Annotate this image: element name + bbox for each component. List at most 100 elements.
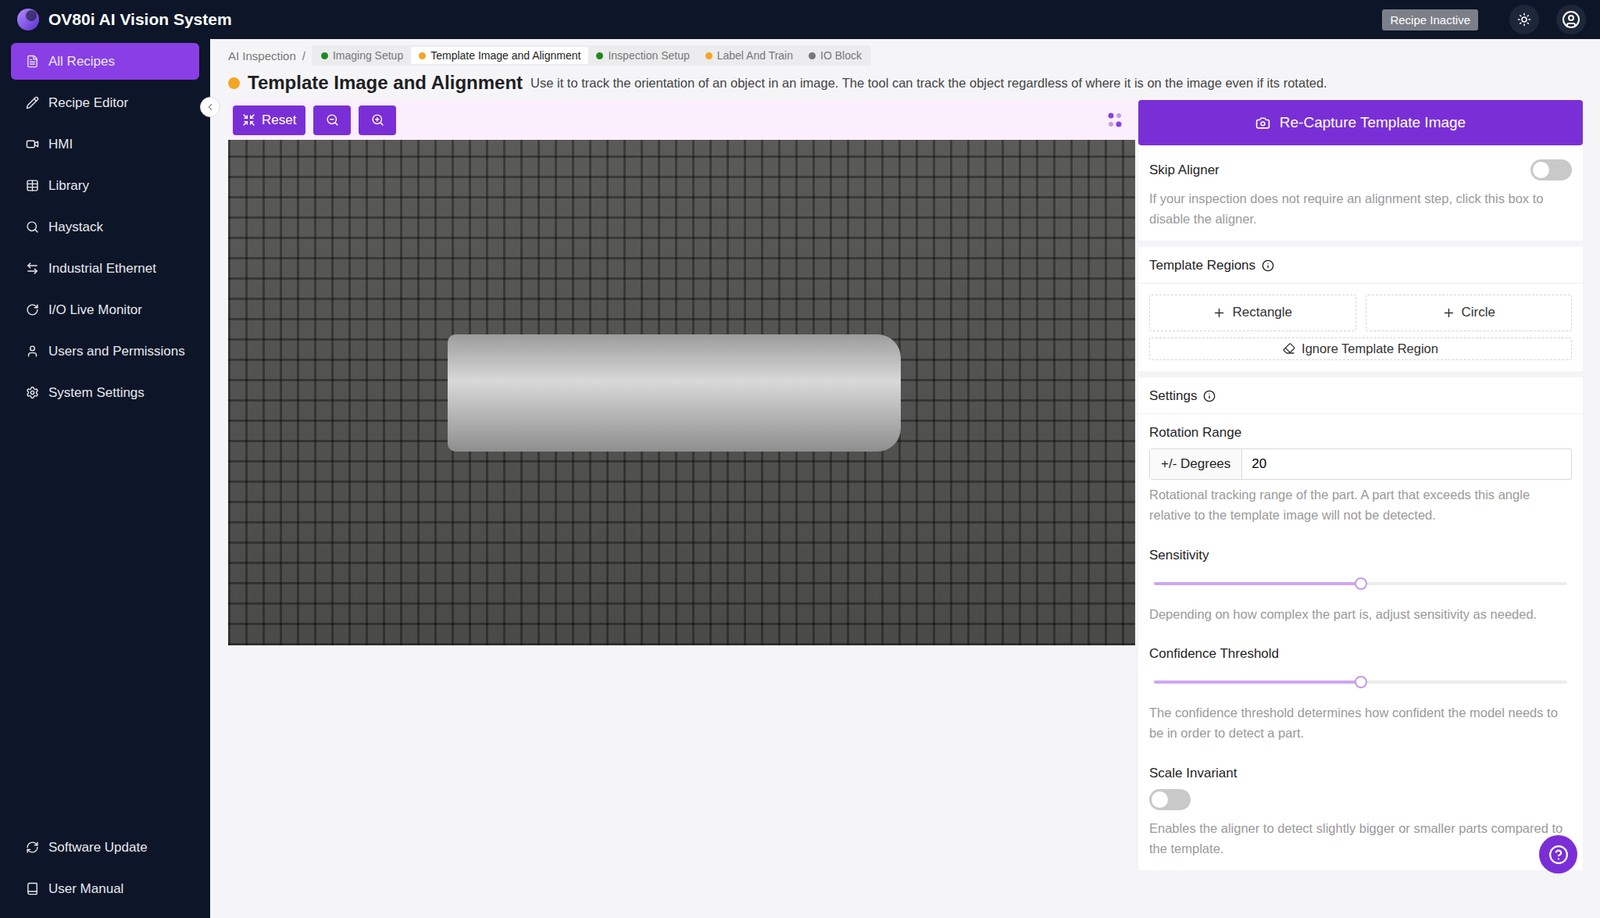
zoom-in-icon — [371, 113, 385, 127]
breadcrumb: AI Inspection / Imaging SetupTemplate Imag… — [228, 45, 1583, 66]
confidence-slider[interactable] — [1138, 669, 1583, 703]
status-dot — [321, 52, 329, 60]
field-label: Rotation Range — [1138, 414, 1583, 449]
slider-track[interactable] — [1153, 582, 1568, 586]
add-region-button[interactable]: Rectangle — [1149, 294, 1357, 332]
field-label: Confidence Threshold — [1138, 635, 1583, 670]
template-image[interactable] — [228, 139, 1136, 646]
step-tabs: Imaging SetupTemplate Image and Alignmen… — [311, 45, 872, 66]
refresh-icon — [25, 840, 40, 854]
sidebar-item[interactable]: Library — [10, 167, 200, 204]
sidebar-item[interactable]: Recipe Editor — [10, 84, 200, 122]
breadcrumb-separator: / — [302, 49, 306, 63]
toggle-knob — [1151, 791, 1168, 808]
sidebar-item[interactable]: System Settings — [10, 374, 200, 411]
nav-icon — [25, 385, 40, 400]
image-viewer: Reset — [228, 100, 1136, 646]
zoom-out-icon — [325, 113, 340, 127]
nav-icon — [25, 303, 40, 317]
slider-thumb[interactable] — [1354, 675, 1368, 689]
body: All Recipes Recipe EditorHMI Library Haysta… — [0, 39, 1600, 918]
theme-button[interactable] — [1509, 4, 1540, 35]
help-text: The confidence threshold determines how … — [1138, 702, 1583, 755]
nav-icon — [25, 96, 40, 110]
step-tab[interactable]: Label And Train — [697, 46, 801, 65]
viewer-toolbar: Reset — [228, 100, 1136, 140]
scale-invariant-toggle[interactable] — [1149, 789, 1191, 811]
app: OV80i AI Vision System Recipe Inactive All… — [0, 0, 1600, 918]
help-button[interactable] — [1539, 835, 1578, 874]
region-buttons: RectangleCircle — [1138, 283, 1583, 338]
toggle-knob — [1532, 161, 1550, 179]
part — [447, 334, 901, 452]
add-region-button[interactable]: Circle — [1365, 294, 1573, 332]
card-header: Settings — [1138, 377, 1583, 415]
skip-aligner-toggle[interactable] — [1530, 159, 1572, 181]
breadcrumb-root[interactable]: AI Inspection — [228, 49, 297, 63]
slider-thumb[interactable] — [1354, 577, 1368, 590]
plus-icon — [1442, 306, 1456, 320]
book-icon — [25, 882, 40, 896]
info-icon[interactable] — [1261, 259, 1275, 272]
reset-button[interactable]: Reset — [232, 105, 306, 136]
info-icon[interactable] — [1203, 389, 1216, 403]
sensitivity-slider[interactable] — [1138, 571, 1583, 604]
page-description: Use it to track the orientation of an ob… — [530, 75, 1328, 91]
dots-icon[interactable] — [1105, 110, 1125, 130]
recapture-button[interactable]: Re-Capture Template Image — [1138, 100, 1583, 146]
chevron-left-icon — [204, 101, 216, 113]
sidebar: All Recipes Recipe EditorHMI Library Haysta… — [0, 39, 211, 918]
sidebar-item[interactable]: Haystack — [10, 208, 200, 246]
status-dot — [418, 52, 426, 60]
rotation-field[interactable] — [1242, 449, 1572, 479]
sidebar-item[interactable]: HMI — [10, 125, 200, 163]
skip-aligner-row: Skip Aligner — [1138, 145, 1583, 189]
sidebar-item[interactable]: Users and Permissions — [10, 332, 200, 370]
zoom-out-button[interactable] — [313, 105, 351, 136]
help-text: If your inspection does not require an a… — [1138, 188, 1583, 241]
collapse-button[interactable] — [200, 96, 221, 118]
help-text: Rotational tracking range of the part. A… — [1138, 484, 1583, 537]
ignore-region-button[interactable]: Ignore Template Region — [1149, 337, 1572, 361]
step-tab[interactable]: Template Image and Alignment — [410, 46, 589, 65]
help-text: Enables the aligner to detect slightly b… — [1138, 817, 1583, 871]
aligner-card: Re-Capture Template ImageSkip AlignerIf … — [1138, 100, 1583, 241]
nav-icon — [25, 54, 40, 68]
status-dot — [808, 52, 816, 60]
settings-panel: Re-Capture Template ImageSkip AlignerIf … — [1138, 100, 1583, 871]
step-tab[interactable]: Imaging Setup — [313, 46, 411, 65]
shrink-icon — [242, 113, 256, 127]
plus-icon — [1212, 306, 1226, 320]
settings-card: SettingsRotation Range+/- Degrees Rotatio… — [1138, 377, 1583, 871]
step-tab[interactable]: IO Block — [800, 46, 870, 65]
recipe-status-badge: Recipe Inactive — [1382, 9, 1479, 31]
help-icon — [1548, 844, 1569, 865]
sidebar-item[interactable]: Software Update — [10, 828, 200, 866]
help-text: Depending on how complex the part is, ad… — [1138, 603, 1583, 636]
input-addon: +/- Degrees — [1150, 449, 1243, 479]
template-regions-card: Template RegionsRectangleCircleIgnore Te… — [1138, 246, 1583, 372]
sidebar-item[interactable]: Industrial Ethernet — [10, 250, 200, 287]
nav-icon — [25, 220, 40, 234]
zoom-in-button[interactable] — [358, 105, 397, 136]
logo-icon — [15, 7, 41, 33]
nav-icon — [25, 344, 40, 358]
app-title: OV80i AI Vision System — [48, 10, 1375, 29]
camera-icon — [1255, 115, 1271, 131]
account-button[interactable] — [1556, 4, 1586, 35]
toggle-row — [1138, 789, 1583, 818]
nav-icon — [25, 137, 40, 151]
sidebar-item[interactable]: User Manual — [10, 870, 200, 908]
top-bar: OV80i AI Vision System Recipe Inactive — [0, 0, 1600, 40]
status-dot — [228, 77, 240, 90]
field-label: Scale Invariant — [1138, 754, 1583, 790]
sidebar-item[interactable]: All Recipes — [10, 42, 200, 80]
main: AI Inspection / Imaging SetupTemplate Imag… — [210, 39, 1600, 918]
sidebar-item[interactable]: I/O Live Monitor — [10, 291, 200, 329]
field-label: Sensitivity — [1138, 536, 1583, 572]
workspace: Reset Re-Capture Template ImageSkip Align… — [228, 100, 1583, 871]
eraser-icon — [1282, 342, 1296, 355]
slider-track[interactable] — [1153, 680, 1568, 684]
step-tab[interactable]: Inspection Setup — [588, 46, 697, 65]
status-dot — [705, 52, 713, 60]
